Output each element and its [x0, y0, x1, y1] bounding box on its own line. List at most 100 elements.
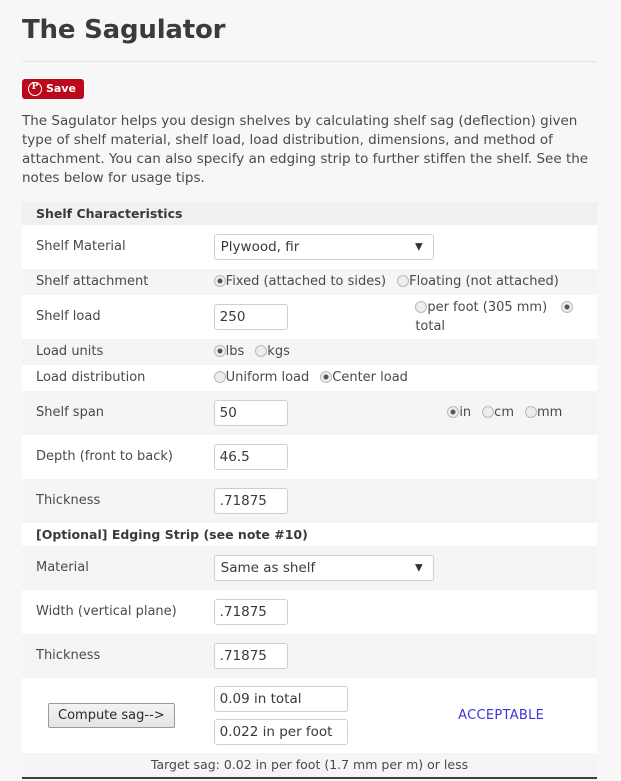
edging-material-label: Material: [36, 560, 89, 576]
pinterest-p-icon: [28, 81, 42, 96]
row-shelf-span: Shelf span in cm mm: [22, 390, 597, 435]
radio-distribution-uniform[interactable]: Uniform load: [213, 370, 310, 386]
save-button-container: Save: [0, 62, 621, 100]
radio-load-total-label: total: [415, 318, 446, 334]
radio-button-icon[interactable]: [524, 406, 537, 419]
shelf-attachment-radios: Fixed (attached to sides) Floating (not a…: [213, 269, 597, 295]
shelf-section-header-row: Shelf Characteristics: [22, 201, 597, 225]
shelf-material-select[interactable]: Plywood, fir: [213, 233, 434, 260]
radio-attachment-floating[interactable]: Floating (not attached): [397, 274, 559, 289]
shelf-load-label: Shelf load: [36, 309, 101, 325]
radio-button-icon[interactable]: [561, 300, 574, 313]
radio-button-icon[interactable]: [320, 371, 333, 384]
radio-distribution-center[interactable]: Center load: [320, 370, 408, 385]
row-edging-width: Width (vertical plane): [22, 589, 597, 634]
shelf-load-field: [213, 295, 406, 339]
edging-width-field: [213, 590, 597, 634]
shelf-depth-input[interactable]: [213, 443, 288, 470]
row-load-distribution: Load distribution Uniform load Center loa…: [22, 364, 597, 391]
result-total-input[interactable]: [213, 685, 348, 712]
row-target-sag: Target sag: 0.02 in per foot (1.7 mm per…: [22, 752, 597, 777]
shelf-span-unit-radios: in cm mm: [405, 391, 597, 435]
edging-thickness-label: Thickness: [36, 648, 101, 664]
row-edging-material: Material Same as shelf ▼: [22, 545, 597, 590]
radio-load-per-foot[interactable]: per foot (305 mm): [415, 300, 547, 315]
load-units-radios: lbs kgs: [213, 339, 597, 365]
edging-material-select-wrap: Same as shelf ▼: [213, 554, 434, 581]
result-per-foot-input[interactable]: [213, 718, 348, 745]
row-shelf-material: Shelf Material Plywood, fir ▼: [22, 224, 597, 269]
results-stack: [213, 678, 406, 753]
radio-span-mm-label: mm: [536, 405, 563, 421]
compute-sag-button[interactable]: Compute sag-->: [48, 702, 175, 728]
shelf-thickness-input[interactable]: [213, 487, 288, 514]
radio-span-mm[interactable]: mm: [524, 405, 563, 421]
radio-load-per-foot-label: per foot (305 mm): [427, 299, 548, 315]
radio-units-kgs[interactable]: kgs: [255, 344, 290, 359]
edging-material-select[interactable]: Same as shelf: [213, 554, 434, 581]
radio-distribution-uniform-label: Uniform load: [225, 370, 310, 386]
shelf-depth-label: Depth (front to back): [36, 449, 174, 465]
shelf-thickness-field: [213, 479, 597, 523]
load-units-label: Load units: [36, 344, 104, 360]
radio-span-cm-label: cm: [494, 405, 514, 421]
edging-thickness-input[interactable]: [213, 642, 288, 669]
shelf-material-label: Shelf Material: [36, 239, 126, 255]
radio-attachment-floating-label: Floating (not attached): [409, 274, 559, 290]
row-shelf-load: Shelf load per foot (305 mm) total: [22, 294, 597, 339]
radio-attachment-fixed-label: Fixed (attached to sides): [225, 274, 387, 290]
sagulator-form: Shelf Characteristics Shelf Material Ply…: [22, 201, 597, 777]
shelf-material-field: Plywood, fir ▼: [213, 225, 597, 269]
page-title: The Sagulator: [22, 15, 226, 45]
row-shelf-thickness: Thickness: [22, 478, 597, 523]
row-edging-thickness: Thickness: [22, 633, 597, 678]
edging-section-heading: [Optional] Edging Strip (see note #10): [22, 522, 597, 546]
shelf-depth-field: [213, 435, 597, 479]
shelf-span-field: [213, 391, 406, 435]
radio-units-lbs[interactable]: lbs: [213, 344, 245, 360]
shelf-span-input[interactable]: [213, 399, 288, 426]
shelf-section-heading: Shelf Characteristics: [22, 201, 597, 225]
edging-section-header-row: [Optional] Edging Strip (see note #10): [22, 522, 597, 546]
radio-button-icon[interactable]: [397, 275, 410, 288]
radio-button-icon[interactable]: [213, 371, 226, 384]
shelf-material-select-wrap: Plywood, fir ▼: [213, 233, 434, 260]
load-distribution-label: Load distribution: [36, 370, 146, 386]
shelf-attachment-label: Shelf attachment: [36, 274, 149, 290]
target-sag-text: Target sag: 0.02 in per foot (1.7 mm per…: [22, 752, 597, 777]
edging-thickness-field: [213, 634, 597, 678]
radio-attachment-fixed[interactable]: Fixed (attached to sides): [213, 274, 387, 290]
radio-distribution-center-label: Center load: [332, 370, 408, 386]
radio-span-cm[interactable]: cm: [482, 405, 514, 420]
radio-span-in[interactable]: in: [447, 405, 471, 420]
shelf-load-input[interactable]: [213, 303, 288, 330]
compute-button-cell: Compute sag-->: [22, 678, 214, 753]
radio-button-icon[interactable]: [415, 300, 428, 313]
row-load-units: Load units lbs kgs: [22, 338, 597, 365]
radio-button-icon[interactable]: [447, 406, 460, 419]
pinterest-save-button[interactable]: Save: [22, 78, 84, 99]
bottom-rule: [22, 776, 597, 779]
shelf-load-unit-radios: per foot (305 mm) total: [405, 295, 597, 339]
radio-load-total[interactable]: [561, 300, 574, 315]
shelf-thickness-label: Thickness: [36, 493, 101, 509]
radio-button-icon[interactable]: [213, 275, 226, 288]
radio-button-icon[interactable]: [255, 345, 268, 358]
intro-paragraph: The Sagulator helps you design shelves b…: [22, 112, 589, 186]
compute-results-cell: [213, 678, 406, 753]
edging-width-label: Width (vertical plane): [36, 604, 177, 620]
load-distribution-radios: Uniform load Center load: [213, 365, 597, 391]
radio-units-kgs-label: kgs: [267, 344, 290, 360]
edging-width-input[interactable]: [213, 598, 288, 625]
row-shelf-depth: Depth (front to back): [22, 434, 597, 479]
row-shelf-attachment: Shelf attachment Fixed (attached to side…: [22, 268, 597, 295]
radio-units-lbs-label: lbs: [225, 344, 245, 360]
row-compute: Compute sag--> ACCEPTABLE: [22, 677, 597, 753]
radio-button-icon[interactable]: [482, 406, 495, 419]
save-button-label: Save: [46, 82, 76, 96]
status-badge: ACCEPTABLE: [458, 707, 545, 723]
radio-span-in-label: in: [459, 405, 472, 421]
sagulator-page: The Sagulator Save The Sagulator helps y…: [0, 0, 621, 781]
radio-button-icon[interactable]: [213, 345, 226, 358]
shelf-span-label: Shelf span: [36, 405, 105, 421]
